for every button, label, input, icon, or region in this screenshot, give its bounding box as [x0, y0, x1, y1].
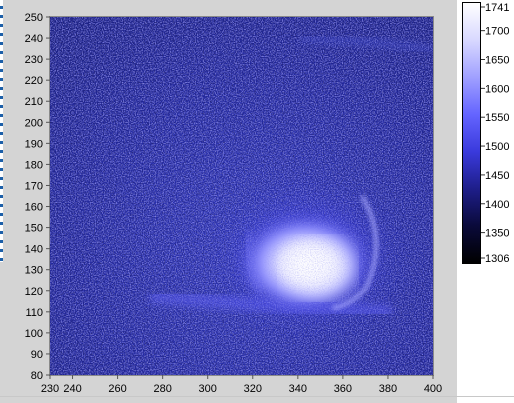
color-scale-ramp[interactable] [462, 2, 481, 264]
color-scale-tick-label: 1500 [485, 141, 509, 153]
panel-bottom-divider [0, 396, 514, 397]
y-tick-label: 90 [31, 349, 43, 361]
y-tick-label: 220 [25, 75, 43, 87]
x-tick-label: 380 [379, 383, 397, 395]
color-scale-tick-label: 1450 [485, 170, 509, 182]
y-tick-label: 250 [25, 12, 43, 24]
x-tick-label: 360 [334, 383, 352, 395]
y-tick-label: 210 [25, 96, 43, 108]
color-scale-tick-label: 1550 [485, 112, 509, 124]
color-scale-tick-label: 1400 [485, 199, 509, 211]
y-tick-label: 110 [25, 307, 43, 319]
y-tick-label: 130 [25, 265, 43, 277]
y-axis: 80 90 100 110 120 130 140 150 160 170 180 190 200 210… [25, 12, 50, 382]
y-tick-label: 190 [25, 138, 43, 150]
color-scale-tick-label: 1650 [485, 55, 509, 67]
x-tick-label: 240 [63, 383, 81, 395]
x-tick-label: 320 [244, 383, 262, 395]
y-tick-label: 230 [25, 54, 43, 66]
x-tick-label: 400 [424, 383, 442, 395]
y-tick-label: 240 [25, 33, 43, 45]
x-tick-label: 280 [153, 383, 171, 395]
y-tick-label: 180 [25, 159, 43, 171]
color-scale-tick-label: 1700 [485, 26, 509, 38]
x-tick-label: 230 [41, 383, 59, 395]
y-tick-label: 80 [31, 370, 43, 382]
x-tick-label: 260 [108, 383, 126, 395]
y-tick-label: 120 [25, 286, 43, 298]
x-tick-label: 340 [289, 383, 307, 395]
y-tick-label: 160 [25, 202, 43, 214]
x-tick-label: 300 [199, 383, 217, 395]
color-scale-tick-label: 1306 [485, 253, 509, 265]
intensity-image [50, 17, 433, 375]
y-tick-label: 150 [25, 223, 43, 235]
color-scale-axis: 1306 1350 1400 1450 1500 1550 1600 1650 1700 1741 [481, 2, 509, 265]
intensity-graph[interactable]: 230 240 260 280 300 320 340 360 380 400 80 90 100 11… [0, 0, 457, 403]
y-tick-label: 100 [25, 328, 43, 340]
y-tick-label: 170 [25, 180, 43, 192]
y-tick-label: 200 [25, 117, 43, 129]
x-axis: 230 240 260 280 300 320 340 360 380 400 [41, 375, 442, 395]
color-scale-tick-label: 1350 [485, 228, 509, 240]
y-tick-label: 140 [25, 244, 43, 256]
color-scale-tick-label: 1600 [485, 83, 509, 95]
color-scale-tick-label: 1741 [485, 2, 509, 14]
